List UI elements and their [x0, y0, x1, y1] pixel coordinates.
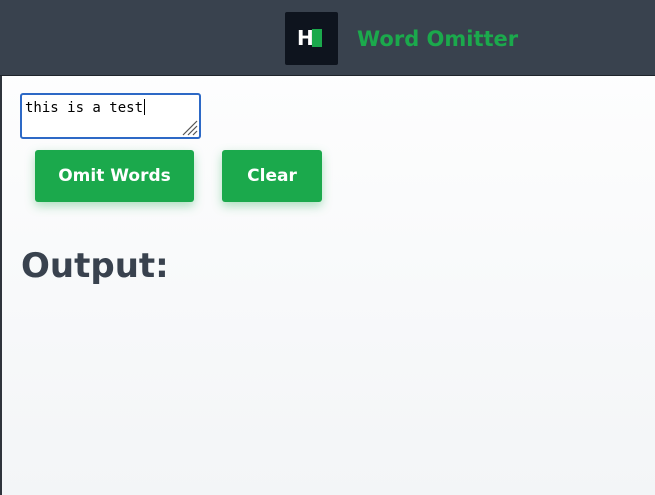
clear-button[interactable]: Clear: [222, 150, 322, 202]
words-input[interactable]: this is a test: [20, 93, 201, 139]
output-heading: Output:: [21, 246, 169, 286]
app-header: H Word Omitter: [0, 0, 655, 76]
resize-grip-icon[interactable]: [180, 118, 198, 136]
text-caret: [144, 99, 146, 115]
words-input-value: this is a test: [25, 99, 146, 117]
hackerrank-logo-icon: H: [285, 12, 338, 65]
words-input-text: this is a test: [25, 100, 144, 116]
app-title: Word Omitter: [357, 27, 519, 51]
omit-words-button[interactable]: Omit Words: [35, 150, 194, 202]
logo-bar: [312, 29, 322, 47]
